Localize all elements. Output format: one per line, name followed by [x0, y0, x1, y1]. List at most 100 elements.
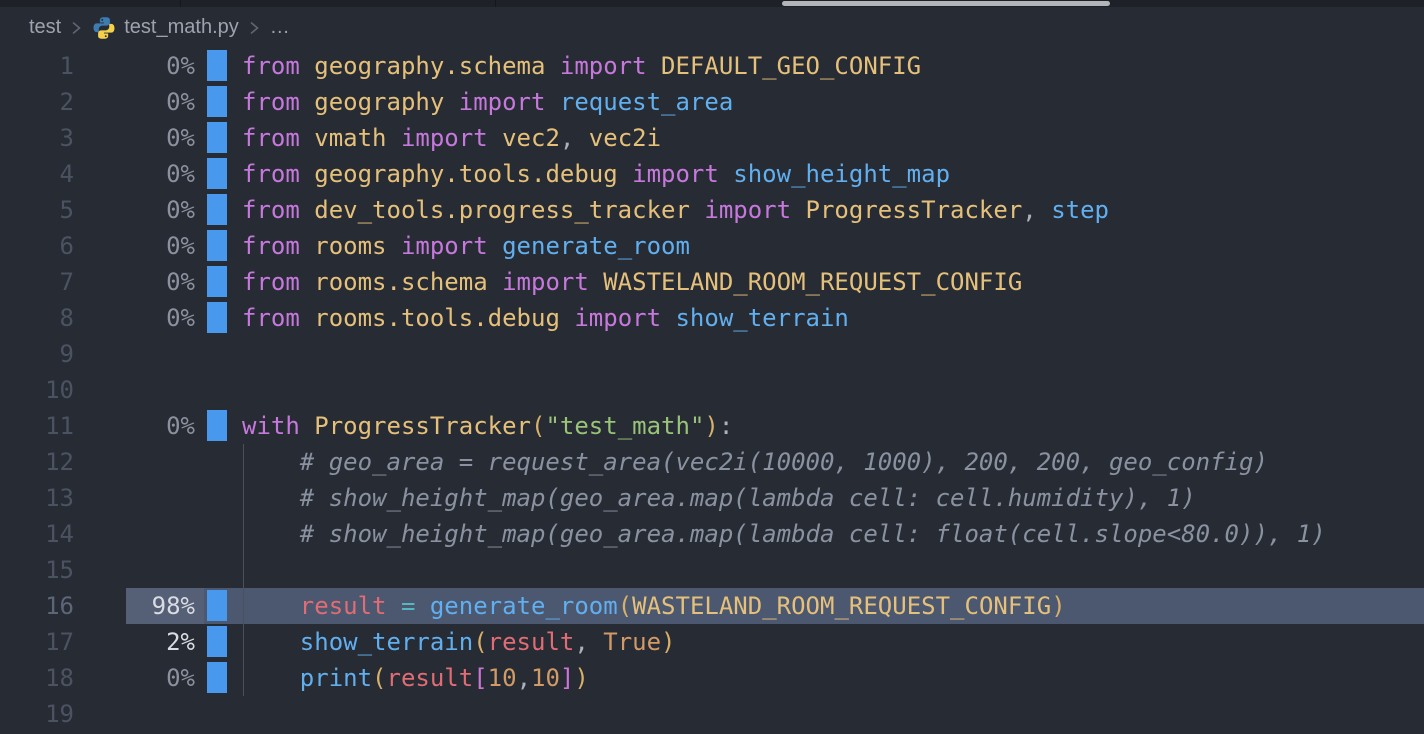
coverage-percentage: 98%: [74, 588, 195, 624]
coverage-percentage: [74, 552, 195, 588]
line-number[interactable]: 16: [0, 588, 74, 624]
tab-strip-remnant: [0, 0, 1424, 7]
coverage-percentage: 2%: [74, 624, 195, 660]
line-number[interactable]: 1: [0, 48, 74, 84]
code-line[interactable]: 180% print(result[10,10]): [0, 660, 1424, 696]
line-number[interactable]: 2: [0, 84, 74, 120]
gutter-decoration-cell: [195, 588, 242, 624]
line-number[interactable]: 9: [0, 336, 74, 372]
code-line[interactable]: 15: [0, 552, 1424, 588]
code-line[interactable]: 110%with ProgressTracker("test_math"):: [0, 408, 1424, 444]
code-line[interactable]: 10% from geography.schema import DEFAULT_…: [0, 48, 1424, 84]
code-line[interactable]: 19: [0, 696, 1424, 732]
chevron-right-icon: [70, 20, 83, 36]
gutter-decoration-cell: [195, 84, 242, 120]
code-line[interactable]: 50% from dev_tools.progress_tracker impor…: [0, 192, 1424, 228]
breadcrumb-symbol-ellipsis[interactable]: …: [270, 16, 290, 39]
line-number[interactable]: 13: [0, 480, 74, 516]
breadcrumb-item-file[interactable]: test_math.py: [92, 16, 239, 40]
line-number[interactable]: 11: [0, 408, 74, 444]
code-line[interactable]: 80%from rooms.tools.debug import show_te…: [0, 300, 1424, 336]
code-line[interactable]: 172% show_terrain(result, True): [0, 624, 1424, 660]
coverage-percentage: 0%: [74, 300, 195, 336]
coverage-percentage: 0%: [74, 48, 195, 84]
breadcrumb-item-folder[interactable]: test: [29, 16, 61, 39]
line-number[interactable]: 6: [0, 228, 74, 264]
gutter-decoration-cell: [195, 552, 242, 588]
code-line[interactable]: 60%from rooms import generate_room: [0, 228, 1424, 264]
line-number[interactable]: 18: [0, 660, 74, 696]
code-text: from dev_tools.progress_tracker import P…: [242, 192, 1424, 228]
code-text: with ProgressTracker("test_math"):: [242, 408, 1424, 444]
coverage-percentage: [74, 336, 195, 372]
coverage-percentage: [74, 372, 195, 408]
line-number[interactable]: 4: [0, 156, 74, 192]
gutter-decoration-cell: [195, 516, 242, 552]
gutter-decoration-cell: [195, 192, 242, 228]
code-text: from geography.schema import DEFAULT_GEO…: [242, 48, 1424, 84]
tab-separator: [495, 0, 496, 7]
code-text: [242, 336, 1424, 372]
gutter-decoration-cell: [195, 48, 242, 84]
line-number[interactable]: 15: [0, 552, 74, 588]
code-line[interactable]: 12 # geo_area = request_area(vec2i(10000…: [0, 444, 1424, 480]
code-line[interactable]: 40% from geography.tools.debug import sho…: [0, 156, 1424, 192]
coverage-gutter-bar: [207, 590, 227, 621]
coverage-percentage: 0%: [74, 192, 195, 228]
code-text: from vmath import vec2, vec2i: [242, 120, 1424, 156]
code-text: [242, 696, 1424, 732]
line-number[interactable]: 12: [0, 444, 74, 480]
line-number[interactable]: 5: [0, 192, 74, 228]
gutter-decoration-cell: [195, 228, 242, 264]
code-line[interactable]: 10: [0, 372, 1424, 408]
code-line[interactable]: 70%from rooms.schema import WASTELAND_RO…: [0, 264, 1424, 300]
code-text: from geography import request_area: [242, 84, 1424, 120]
code-line[interactable]: 20%from geography import request_area: [0, 84, 1424, 120]
gutter-decoration-cell: [195, 120, 242, 156]
coverage-percentage: [74, 696, 195, 732]
line-number[interactable]: 10: [0, 372, 74, 408]
code-text: result = generate_room(WASTELAND_ROOM_RE…: [242, 588, 1424, 624]
line-number[interactable]: 17: [0, 624, 74, 660]
gutter-decoration-cell: [195, 624, 242, 660]
code-line[interactable]: 14 # show_height_map(geo_area.map(lambda…: [0, 516, 1424, 552]
coverage-gutter-bar: [207, 302, 227, 333]
code-text: from geography.tools.debug import show_h…: [242, 156, 1424, 192]
code-line[interactable]: 13 # show_height_map(geo_area.map(lambda…: [0, 480, 1424, 516]
python-icon: [92, 16, 116, 40]
gutter-decoration-cell: [195, 300, 242, 336]
gutter-decoration-cell: [195, 480, 242, 516]
code-line[interactable]: 30% from vmath import vec2, vec2i: [0, 120, 1424, 156]
coverage-gutter-bar: [207, 50, 227, 81]
breadcrumb: test test_math.py …: [0, 7, 1424, 48]
coverage-percentage: [74, 480, 195, 516]
line-number[interactable]: 8: [0, 300, 74, 336]
editor-code-area: 10%from geography.schema import DEFAULT_…: [0, 48, 1424, 732]
code-line[interactable]: 9: [0, 336, 1424, 372]
code-text: print(result[10,10]): [242, 660, 1424, 696]
coverage-gutter-bar: [207, 626, 227, 657]
code-text: # geo_area = request_area(vec2i(10000, 1…: [242, 444, 1424, 480]
chevron-right-icon: [248, 20, 261, 36]
tab-separator: [180, 0, 181, 7]
line-number[interactable]: 19: [0, 696, 74, 732]
coverage-percentage: 0%: [74, 120, 195, 156]
gutter-decoration-cell: [195, 696, 242, 732]
line-number[interactable]: 14: [0, 516, 74, 552]
gutter-decoration-cell: [195, 408, 242, 444]
coverage-percentage: [74, 516, 195, 552]
coverage-percentage: 0%: [74, 660, 195, 696]
code-text: # show_height_map(geo_area.map(lambda ce…: [242, 516, 1424, 552]
coverage-gutter-bar: [207, 158, 227, 189]
gutter-decoration-cell: [195, 264, 242, 300]
gutter-decoration-cell: [195, 372, 242, 408]
tab-scrollbar-thumb[interactable]: [782, 1, 1110, 6]
coverage-percentage: 0%: [74, 156, 195, 192]
line-number[interactable]: 3: [0, 120, 74, 156]
coverage-gutter-bar: [207, 266, 227, 297]
line-number[interactable]: 7: [0, 264, 74, 300]
code-line-highlighted[interactable]: 1698% result = generate_room(WASTELAND_R…: [0, 588, 1424, 624]
gutter-decoration-cell: [195, 660, 242, 696]
code-text: show_terrain(result, True): [242, 624, 1424, 660]
code-text: [242, 372, 1424, 408]
